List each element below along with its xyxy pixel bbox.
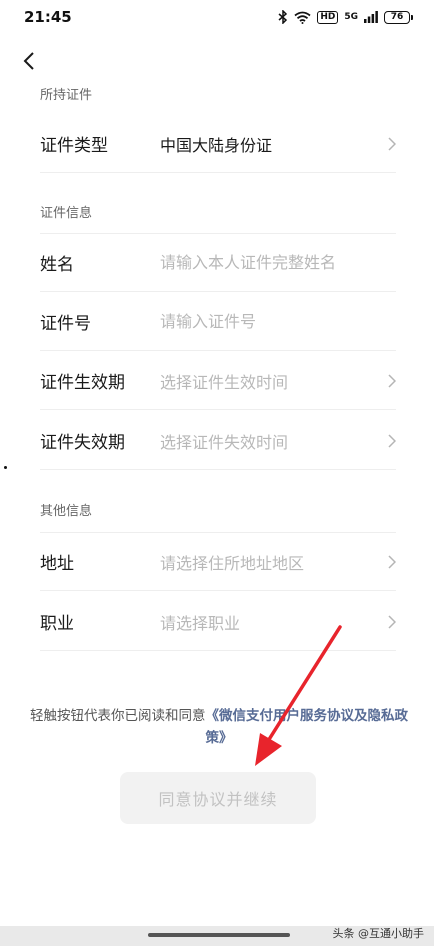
chevron-right-icon [382,554,396,569]
chevron-right-icon [382,433,396,448]
valid-from-row[interactable]: 证件生效期 选择证件生效时间 [40,352,396,410]
name-row[interactable]: 姓名 [40,234,396,292]
network-label: 5G [344,12,358,22]
wifi-icon [294,11,311,24]
section-title-id-info: 证件信息 [40,206,93,221]
status-bar: 21:45 HD 5G 76 [0,0,434,34]
valid-to-placeholder: 选择证件失效时间 [160,432,289,452]
status-time: 21:45 [24,8,72,26]
bluetooth-icon [278,10,288,24]
agreement-text: 轻触按钮代表你已阅读和同意《微信支付用户服务协议及隐私政策》 [24,705,414,749]
battery-level: 76 [390,12,404,22]
chevron-right-icon [382,136,396,151]
section-title-held-id: 所持证件 [40,88,93,103]
id-number-input[interactable] [160,312,396,331]
hd-icon: HD [317,10,339,24]
id-number-row[interactable]: 证件号 [40,293,396,351]
signal-icon [364,11,378,23]
agreement-link[interactable]: 《微信支付用户服务协议及隐私政策》 [206,708,409,746]
battery-icon: 76 [384,10,413,24]
id-type-value: 中国大陆身份证 [160,135,273,155]
occupation-row[interactable]: 职业 请选择职业 [40,593,396,651]
id-number-label: 证件号 [40,314,91,334]
section-title-other-info: 其他信息 [40,504,93,519]
status-icons: HD 5G 76 [278,10,413,24]
valid-to-row[interactable]: 证件失效期 选择证件失效时间 [40,412,396,470]
chevron-right-icon [382,373,396,388]
watermark: 头条 @互通小助手 [332,927,425,940]
agreement-prefix: 轻触按钮代表你已阅读和同意 [30,708,206,724]
stray-dot [4,466,7,469]
address-label: 地址 [40,554,74,574]
address-row[interactable]: 地址 请选择住所地址地区 [40,533,396,591]
back-button[interactable] [14,46,44,76]
occupation-placeholder: 请选择职业 [160,613,241,633]
home-indicator[interactable] [148,933,290,937]
chevron-left-icon [23,52,34,70]
id-type-row[interactable]: 证件类型 中国大陆身份证 [40,115,396,173]
chevron-right-icon [382,614,396,629]
id-type-label: 证件类型 [40,136,108,156]
valid-from-placeholder: 选择证件生效时间 [160,372,289,392]
occupation-label: 职业 [40,614,74,634]
valid-to-label: 证件失效期 [40,433,125,453]
address-placeholder: 请选择住所地址地区 [160,553,305,573]
name-label: 姓名 [40,255,74,275]
valid-from-label: 证件生效期 [40,373,125,393]
name-input[interactable] [160,253,396,272]
agree-continue-button[interactable]: 同意协议并继续 [120,772,316,824]
